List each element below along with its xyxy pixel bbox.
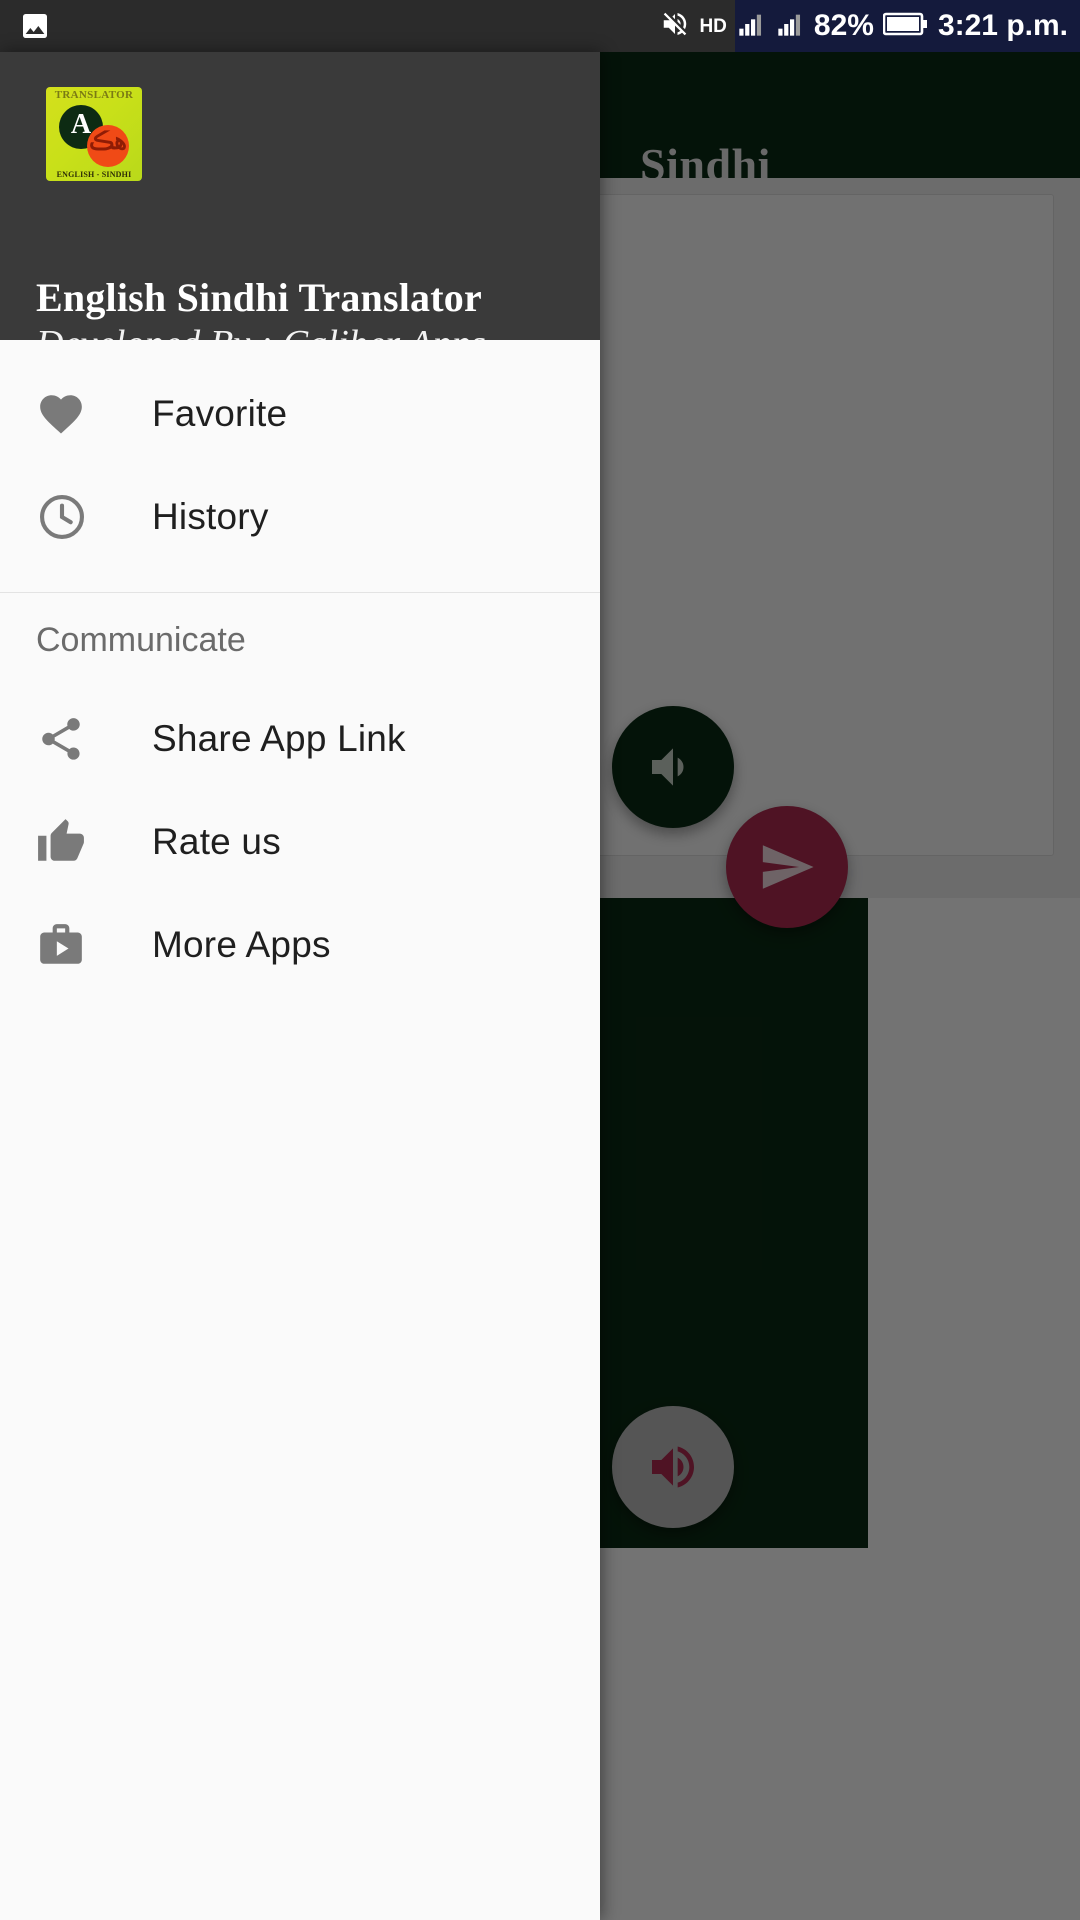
battery-icon bbox=[882, 10, 929, 43]
status-icons: HD 82% 3:21 p.m. bbox=[660, 0, 1068, 52]
logo-script-circle: هڪ bbox=[87, 125, 129, 167]
menu-item-history[interactable]: History bbox=[0, 465, 600, 568]
signal-1-icon bbox=[736, 10, 766, 43]
menu-section-communicate: Communicate bbox=[36, 620, 246, 659]
menu-item-rate-us[interactable]: Rate us bbox=[0, 790, 600, 893]
clock-icon bbox=[36, 491, 110, 543]
menu-top-spacer bbox=[0, 340, 600, 362]
drawer-menu: Favorite History Communicate Share App L… bbox=[0, 340, 600, 1920]
app-logo-icon: TRANSLATOR A هڪ ENGLISH - SINDHI bbox=[46, 87, 142, 181]
menu-item-favorite[interactable]: Favorite bbox=[0, 362, 600, 465]
menu-item-label: Share App Link bbox=[152, 717, 406, 759]
status-bar: HD 82% 3:21 p.m. bbox=[0, 0, 1080, 52]
battery-percent: 82% bbox=[813, 9, 874, 42]
signal-2-icon bbox=[775, 10, 805, 43]
navigation-drawer[interactable]: TRANSLATOR A هڪ ENGLISH - SINDHI English… bbox=[0, 52, 600, 1920]
drawer-header: TRANSLATOR A هڪ ENGLISH - SINDHI English… bbox=[0, 52, 600, 365]
clock-time: 3:21 p.m. bbox=[937, 9, 1068, 42]
menu-item-more-apps[interactable]: More Apps bbox=[0, 893, 600, 996]
menu-item-share-app-link[interactable]: Share App Link bbox=[0, 687, 600, 790]
logo-script-letter: هڪ bbox=[89, 128, 127, 155]
image-icon bbox=[18, 10, 52, 42]
share-icon bbox=[36, 714, 110, 764]
menu-item-label: Rate us bbox=[152, 820, 281, 862]
menu-section-spacer bbox=[0, 568, 600, 592]
menu-item-label: History bbox=[152, 495, 269, 537]
drawer-app-name: English Sindhi Translator bbox=[36, 275, 482, 320]
logo-top-text: TRANSLATOR bbox=[54, 89, 134, 101]
logo-bottom-text: ENGLISH - SINDHI bbox=[56, 170, 132, 179]
mute-icon bbox=[660, 9, 690, 44]
heart-icon bbox=[36, 389, 110, 439]
hd-icon: HD bbox=[699, 15, 727, 37]
briefcase-play-icon bbox=[36, 920, 110, 970]
menu-item-label: Favorite bbox=[152, 392, 288, 434]
thumbs-up-icon bbox=[36, 817, 110, 867]
menu-item-label: More Apps bbox=[152, 923, 331, 965]
